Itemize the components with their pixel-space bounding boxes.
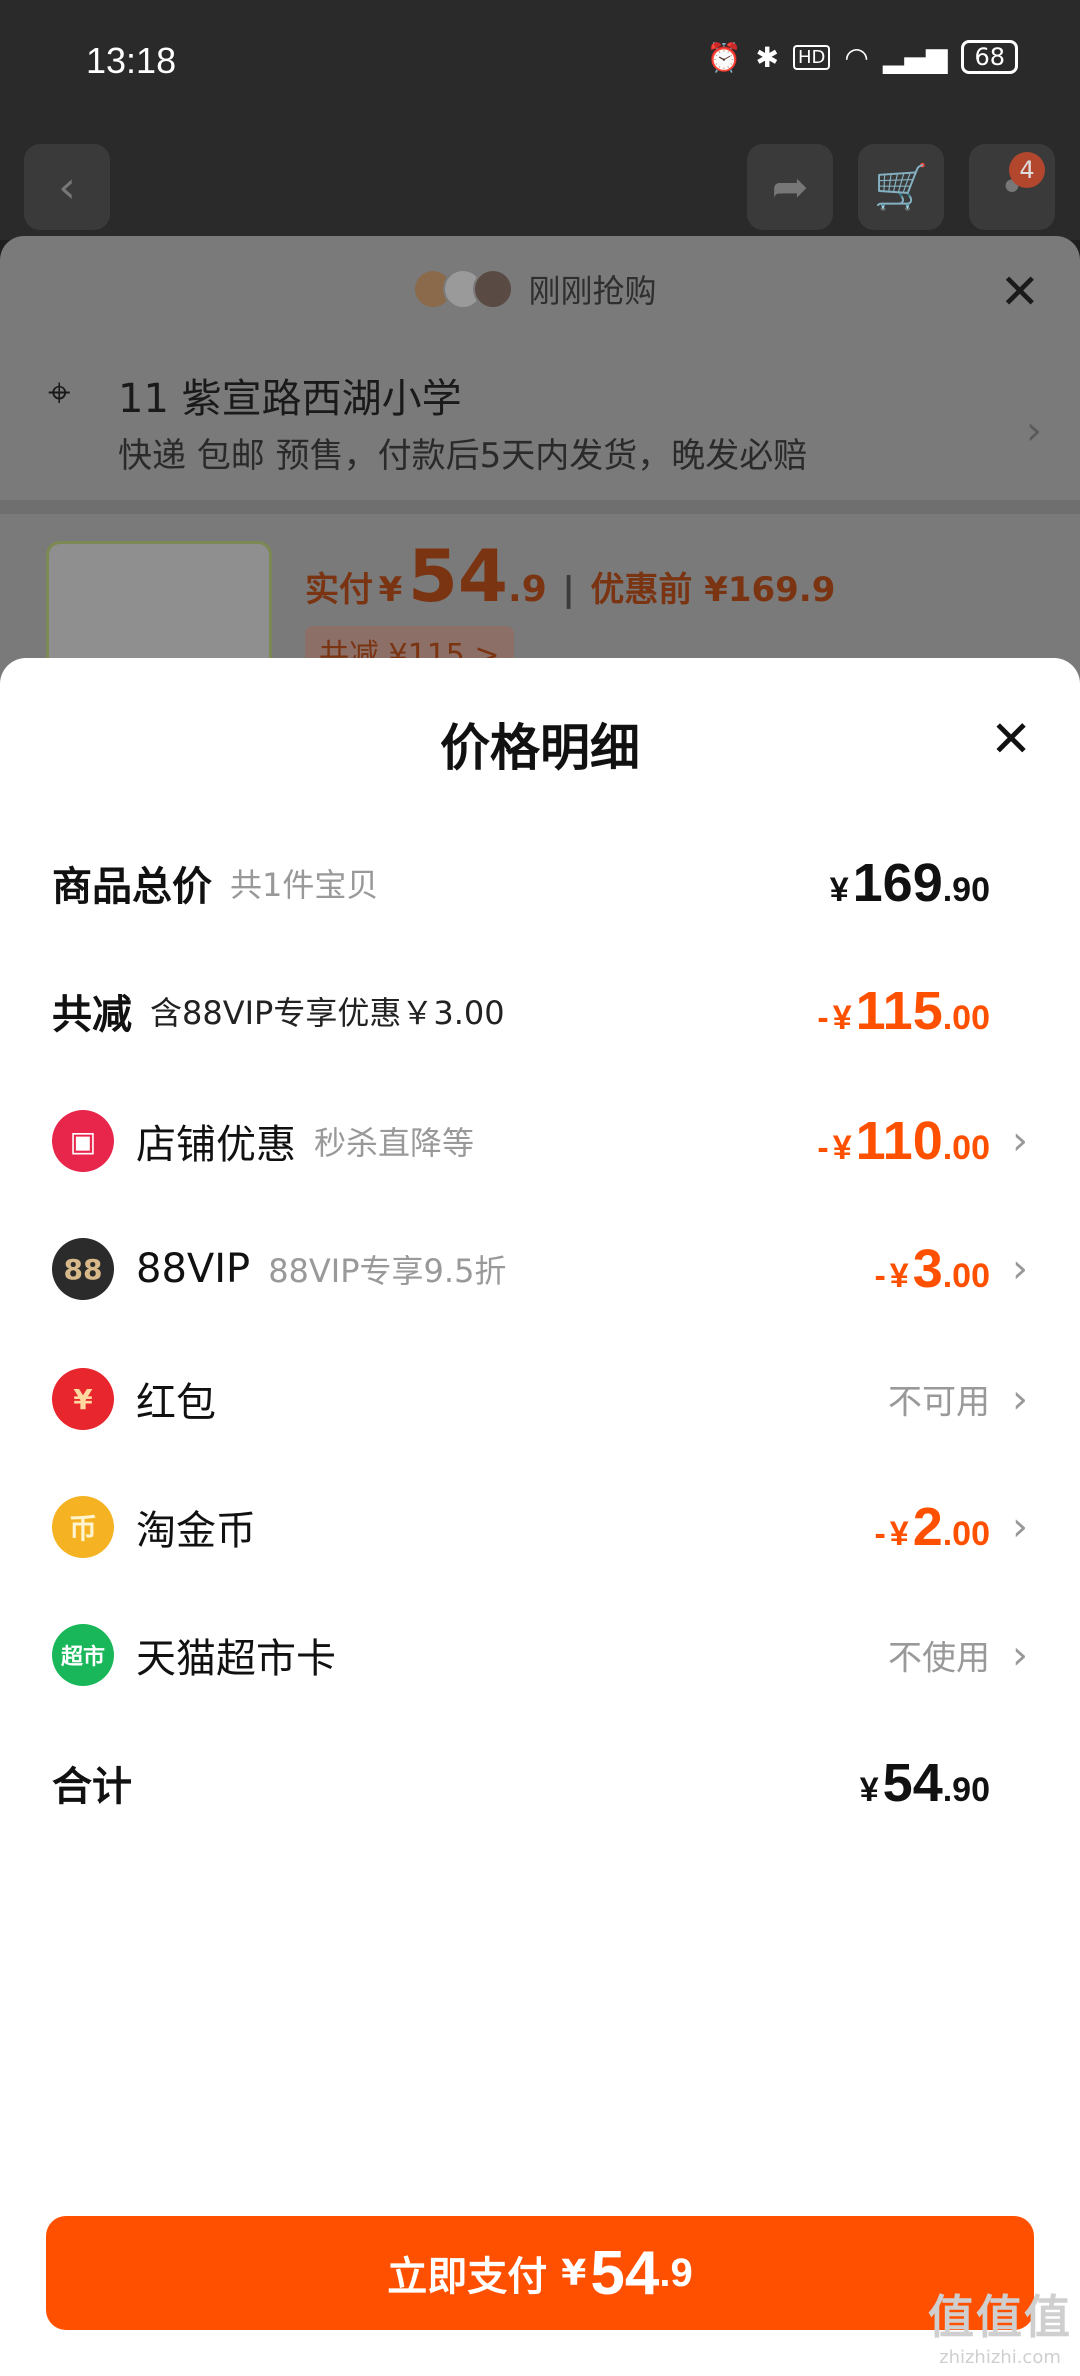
- order-sheet-background: 刚刚抢购 ✕ ⌖ 11 紫宣路西湖小学 快递 包邮 预售，付款后5天内发货，晚发…: [0, 236, 1080, 701]
- cart-button[interactable]: 🛒: [858, 144, 944, 230]
- pay-now-button[interactable]: 立即支付 ¥54.9: [46, 2216, 1034, 2330]
- sheet-close-button[interactable]: ✕: [1000, 264, 1040, 320]
- store-discount-note: 秒杀直降等: [314, 1124, 475, 1162]
- grand-total-amount: ¥54.90: [859, 1753, 990, 1813]
- total-discount-amount: - ¥115.00: [817, 981, 990, 1041]
- watermark: 值值值 zhizhizhi.com: [928, 2281, 1072, 2368]
- paid-price-dec: .9: [508, 569, 547, 610]
- pay-now-currency: ¥: [561, 2252, 587, 2294]
- goods-total-label: 商品总价: [52, 864, 212, 910]
- row-store-discount[interactable]: ▣ 店铺优惠 秒杀直降等 - ¥110.00 ›: [52, 1096, 1032, 1186]
- 88vip-amount: - ¥3.00: [874, 1239, 990, 1299]
- chevron-right-icon: ›: [1012, 1376, 1028, 1422]
- tmall-card-label: 天猫超市卡: [136, 1636, 336, 1682]
- bluetooth-icon: ✱: [755, 40, 779, 74]
- 88vip-icon: 88: [52, 1238, 114, 1300]
- chevron-right-icon: ›: [1012, 1118, 1028, 1164]
- tmall-card-status: 不使用: [888, 1638, 990, 1679]
- taojinbi-amount: - ¥2.00: [874, 1497, 990, 1557]
- row-grand-total: 合计 ¥54.90: [52, 1738, 1032, 1828]
- delivery-info: 快递 包邮 预售，付款后5天内发货，晚发必赔: [118, 436, 808, 476]
- wifi-icon: ◠: [844, 40, 869, 74]
- recent-buyers-text: 刚刚抢购: [528, 272, 657, 310]
- row-red-packet[interactable]: ¥ 红包 不可用 ›: [52, 1354, 1032, 1444]
- watermark-site: zhizhizhi.com: [939, 2347, 1061, 2368]
- red-packet-icon: ¥: [52, 1368, 114, 1430]
- buyer-avatars: [413, 269, 514, 309]
- tmall-supermarket-card-icon: 超市: [52, 1624, 114, 1686]
- row-taojinbi[interactable]: 币 淘金币 - ¥2.00 ›: [52, 1482, 1032, 1572]
- chevron-right-icon: ›: [1012, 1632, 1028, 1678]
- row-tmall-card[interactable]: 超市 天猫超市卡 不使用 ›: [52, 1610, 1032, 1700]
- chevron-right-icon: ›: [1012, 1246, 1028, 1292]
- row-total-discount: 共减 含88VIP专享优惠￥3.00 - ¥115.00: [52, 966, 1032, 1056]
- signal-5g-icon: ▂▄▆: [882, 40, 948, 74]
- back-button[interactable]: ‹: [24, 144, 110, 230]
- row-goods-total: 商品总价 共1件宝贝 ¥169.90: [52, 838, 1032, 928]
- price-separator: |: [562, 570, 575, 610]
- close-button[interactable]: ✕: [990, 714, 1032, 764]
- close-icon: ✕: [990, 710, 1032, 768]
- 88vip-note: 88VIP专享9.5折: [268, 1252, 507, 1290]
- paid-price-int: 54: [407, 534, 509, 618]
- pay-now-dec: .9: [659, 2250, 693, 2295]
- chevron-left-icon: ‹: [58, 161, 76, 213]
- more-button[interactable]: • 4: [969, 144, 1055, 230]
- status-bar: 13:18 ⏰ ✱ HD ◠ ▂▄▆ 68: [0, 0, 1080, 128]
- pay-now-int: 54: [590, 2238, 660, 2308]
- red-packet-status: 不可用: [888, 1382, 990, 1423]
- location-pin-icon: ⌖: [48, 370, 71, 416]
- pay-now-label: 立即支付: [387, 2254, 548, 2300]
- hd-icon: HD: [793, 44, 831, 70]
- price-detail-modal: 价格明细 ✕ 商品总价 共1件宝贝 ¥169.90 共减 含88VIP专享优惠￥…: [0, 658, 1080, 2376]
- chevron-right-icon: ›: [1026, 408, 1042, 454]
- status-time: 13:18: [86, 40, 177, 81]
- row-88vip[interactable]: 88 88VIP 88VIP专享9.5折 - ¥3.00 ›: [52, 1224, 1032, 1314]
- 88vip-label: 88VIP: [136, 1246, 251, 1292]
- taojinbi-label: 淘金币: [136, 1508, 256, 1554]
- store-discount-label: 店铺优惠: [136, 1122, 296, 1168]
- goods-total-amount: ¥169.90: [829, 853, 990, 913]
- paid-price: 实付 ¥ 54.9 | 优惠前 ¥169.9: [305, 534, 835, 618]
- store-icon: ▣: [52, 1110, 114, 1172]
- cart-icon: 🛒: [873, 162, 929, 213]
- goods-total-count: 共1件宝贝: [230, 866, 379, 904]
- paid-price-currency: ¥: [378, 570, 403, 610]
- chevron-right-icon: ›: [1012, 1504, 1028, 1550]
- battery-icon: 68: [961, 40, 1018, 74]
- message-badge: 4: [1009, 152, 1045, 188]
- paid-price-label: 实付: [305, 570, 373, 610]
- avatar: [473, 269, 514, 309]
- share-icon: ➦: [771, 161, 809, 213]
- status-icons: ⏰ ✱ HD ◠ ▂▄▆ 68: [707, 40, 1018, 74]
- store-discount-amount: - ¥110.00: [817, 1111, 990, 1171]
- divider: [0, 500, 1080, 514]
- gold-coin-icon: 币: [52, 1496, 114, 1558]
- address-title: 11 紫宣路西湖小学: [118, 376, 462, 422]
- watermark-logo: 值值值: [928, 2290, 1072, 2344]
- alarm-icon: ⏰: [706, 40, 742, 74]
- price-before-discount: 优惠前 ¥169.9: [590, 570, 836, 610]
- total-discount-label: 共减: [52, 992, 132, 1038]
- recent-buyers: 刚刚抢购: [0, 266, 1080, 312]
- product-nav-bar: ‹ ➦ 🛒 • 4: [0, 128, 1080, 240]
- red-packet-label: 红包: [136, 1380, 216, 1426]
- share-button[interactable]: ➦: [747, 144, 833, 230]
- total-discount-note: 含88VIP专享优惠￥3.00: [150, 994, 505, 1032]
- modal-title: 价格明细: [440, 719, 640, 777]
- grand-total-label: 合计: [52, 1764, 132, 1810]
